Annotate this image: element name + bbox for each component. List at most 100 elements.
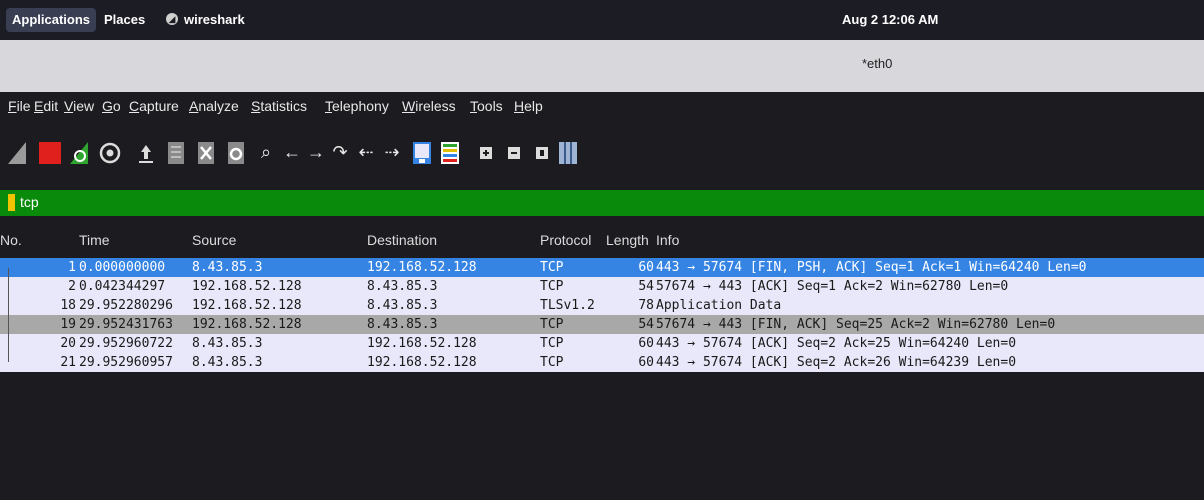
cell-info: 57674 → 443 [ACK] Seq=1 Ack=2 Win=62780 … — [656, 279, 1009, 294]
cell-length: 54 — [638, 279, 654, 294]
capture-options-icon[interactable] — [98, 140, 122, 166]
cell-source: 8.43.85.3 — [192, 260, 263, 275]
cell-no: 20 — [60, 336, 76, 351]
cell-info: 443 → 57674 [FIN, PSH, ACK] Seq=1 Ack=1 … — [656, 260, 1087, 275]
cell-source: 192.168.52.128 — [192, 317, 302, 332]
menu-analyze[interactable]: Analyze — [189, 98, 239, 114]
last-packet-icon[interactable]: ⇢ — [382, 138, 402, 166]
cell-destination: 192.168.52.128 — [367, 336, 477, 351]
cell-length: 78 — [638, 298, 654, 313]
colorize-icon[interactable] — [438, 140, 462, 166]
column-header-info[interactable]: Info — [656, 232, 679, 248]
active-app-label[interactable]: wireshark — [184, 8, 245, 32]
open-file-icon[interactable] — [134, 140, 158, 166]
column-header-protocol[interactable]: Protocol — [540, 232, 591, 248]
autoscroll-icon[interactable] — [410, 140, 434, 166]
clock[interactable]: Aug 2 12:06 AM — [842, 8, 938, 32]
restart-capture-icon[interactable] — [68, 140, 92, 166]
cell-source: 8.43.85.3 — [192, 336, 263, 351]
zoom-out-icon[interactable] — [502, 140, 526, 166]
cell-no: 19 — [60, 317, 76, 332]
menu-statistics[interactable]: Statistics — [251, 98, 307, 114]
cell-info: 443 → 57674 [ACK] Seq=2 Ack=26 Win=64239… — [656, 355, 1017, 370]
menu-view[interactable]: View — [64, 98, 94, 114]
cell-destination: 192.168.52.128 — [367, 260, 477, 275]
cell-protocol: TLSv1.2 — [540, 298, 595, 313]
table-row[interactable]: 1 0.000000000 8.43.85.3 192.168.52.128 T… — [0, 258, 1204, 277]
cell-protocol: TCP — [540, 355, 564, 370]
cell-time: 29.952280296 — [79, 298, 173, 313]
conversation-bracket — [8, 268, 9, 362]
table-row[interactable]: 19 29.952431763 192.168.52.128 8.43.85.3… — [0, 315, 1204, 334]
menu-file[interactable]: File — [8, 98, 31, 114]
cell-protocol: TCP — [540, 260, 564, 275]
cell-no: 21 — [60, 355, 76, 370]
cell-protocol: TCP — [540, 279, 564, 294]
system-top-bar: Applications Places ◢ wireshark Aug 2 12… — [0, 0, 1204, 40]
places-menu[interactable]: Places — [104, 8, 145, 32]
go-to-packet-icon[interactable]: ↷ — [330, 138, 350, 166]
column-header-no[interactable]: No. — [0, 232, 22, 248]
cell-source: 8.43.85.3 — [192, 355, 263, 370]
table-row[interactable]: 2 0.042344297 192.168.52.128 8.43.85.3 T… — [0, 277, 1204, 296]
menu-help[interactable]: Help — [514, 98, 543, 114]
close-file-icon[interactable] — [194, 140, 218, 166]
find-packet-icon[interactable]: ⌕ — [256, 138, 276, 166]
menu-bar: File Edit View Go Capture Analyze Statis… — [0, 92, 1204, 122]
wireshark-fin-icon: ◢ — [166, 13, 178, 25]
display-filter-input[interactable] — [20, 192, 1200, 212]
main-toolbar: ⌕ ← → ↷ ⇠ ⇢ — [0, 122, 1204, 188]
go-forward-icon[interactable]: → — [306, 138, 326, 166]
resize-columns-icon[interactable] — [556, 140, 580, 166]
cell-no: 2 — [68, 279, 76, 294]
shark-fin-start-icon[interactable] — [6, 140, 30, 166]
column-header-source[interactable]: Source — [192, 232, 236, 248]
column-header-destination[interactable]: Destination — [367, 232, 437, 248]
go-back-icon[interactable]: ← — [282, 138, 302, 166]
cell-info: 57674 → 443 [FIN, ACK] Seq=25 Ack=2 Win=… — [656, 317, 1056, 332]
packet-list-header: No. Time Source Destination Protocol Len… — [0, 222, 1204, 256]
filter-bookmark-icon[interactable] — [8, 194, 15, 211]
cell-no: 1 — [68, 260, 76, 275]
display-filter-bar — [0, 190, 1204, 216]
column-header-time[interactable]: Time — [79, 232, 110, 248]
column-header-length[interactable]: Length — [606, 232, 649, 248]
cell-length: 54 — [638, 317, 654, 332]
cell-protocol: TCP — [540, 317, 564, 332]
menu-telephony[interactable]: Telephony — [325, 98, 389, 114]
table-row[interactable]: 20 29.952960722 8.43.85.3 192.168.52.128… — [0, 334, 1204, 353]
window-title: *eth0 — [862, 56, 893, 71]
cell-source: 192.168.52.128 — [192, 298, 302, 313]
first-packet-icon[interactable]: ⇠ — [356, 138, 376, 166]
normal-size-icon[interactable] — [530, 140, 554, 166]
cell-length: 60 — [638, 355, 654, 370]
cell-source: 192.168.52.128 — [192, 279, 302, 294]
window-title-bar[interactable]: *eth0 — [0, 40, 1204, 92]
cell-time: 29.952960957 — [79, 355, 173, 370]
cell-protocol: TCP — [540, 336, 564, 351]
cell-destination: 8.43.85.3 — [367, 317, 438, 332]
cell-time: 29.952431763 — [79, 317, 173, 332]
menu-edit[interactable]: Edit — [34, 98, 58, 114]
stop-capture-icon[interactable] — [38, 140, 62, 166]
table-row[interactable]: 18 29.952280296 192.168.52.128 8.43.85.3… — [0, 296, 1204, 315]
cell-length: 60 — [638, 260, 654, 275]
cell-length: 60 — [638, 336, 654, 351]
applications-menu[interactable]: Applications — [6, 8, 97, 32]
cell-time: 0.042344297 — [79, 279, 166, 294]
cell-no: 18 — [60, 298, 76, 313]
packet-list[interactable]: No. Time Source Destination Protocol Len… — [0, 222, 1204, 408]
reload-file-icon[interactable] — [224, 140, 248, 166]
cell-time: 0.000000000 — [79, 260, 166, 275]
save-file-icon[interactable] — [164, 140, 188, 166]
menu-wireless[interactable]: Wireless — [402, 98, 456, 114]
cell-destination: 8.43.85.3 — [367, 298, 438, 313]
cell-destination: 8.43.85.3 — [367, 279, 438, 294]
table-row[interactable]: 21 29.952960957 8.43.85.3 192.168.52.128… — [0, 353, 1204, 372]
zoom-in-icon[interactable] — [474, 140, 498, 166]
menu-capture[interactable]: Capture — [129, 98, 179, 114]
cell-info: 443 → 57674 [ACK] Seq=2 Ack=25 Win=64240… — [656, 336, 1017, 351]
cell-destination: 192.168.52.128 — [367, 355, 477, 370]
menu-go[interactable]: Go — [102, 98, 121, 114]
menu-tools[interactable]: Tools — [470, 98, 503, 114]
